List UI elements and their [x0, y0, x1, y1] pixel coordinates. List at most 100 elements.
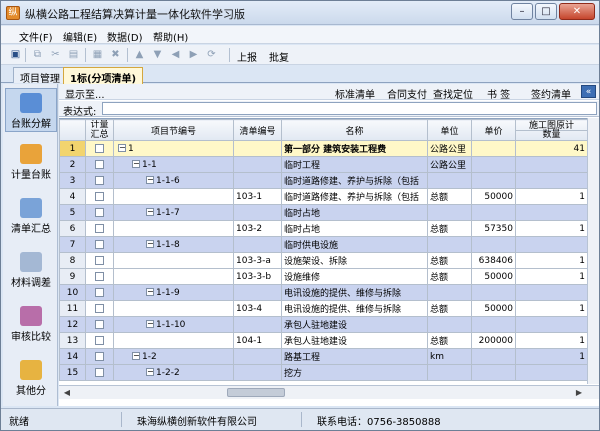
- table-row[interactable]: 3 −1-1-6 临时道路修建、养护与拆除（包括: [59, 172, 599, 189]
- indent-icon[interactable]: ◀: [169, 48, 182, 61]
- price-cell[interactable]: 50000: [471, 300, 516, 317]
- table-row[interactable]: 5 −1-1-7 临时占地: [59, 204, 599, 221]
- measure-checkbox[interactable]: [85, 348, 114, 365]
- checkbox[interactable]: [95, 271, 104, 281]
- measure-checkbox[interactable]: [85, 204, 114, 221]
- standard-list-button[interactable]: 标准清单: [335, 86, 375, 101]
- col-header-list-code[interactable]: 清单编号: [233, 119, 282, 141]
- name-cell[interactable]: 挖方: [281, 364, 428, 381]
- list-code-cell[interactable]: 103-2: [233, 220, 282, 237]
- menu-edit[interactable]: 编辑(E): [63, 29, 97, 44]
- name-cell[interactable]: 第一部分 建筑安装工程费: [281, 140, 428, 157]
- measure-checkbox[interactable]: [85, 220, 114, 237]
- contract-payment-button[interactable]: 合同支付: [387, 86, 427, 101]
- list-code-cell[interactable]: [233, 140, 282, 157]
- name-cell[interactable]: 临时供电设施: [281, 236, 428, 253]
- unit-cell[interactable]: [427, 204, 472, 221]
- list-code-cell[interactable]: 104-1: [233, 332, 282, 349]
- price-cell[interactable]: [471, 172, 516, 189]
- checkbox[interactable]: [95, 319, 104, 329]
- quantity-cell[interactable]: [515, 156, 588, 173]
- quantity-cell[interactable]: 1: [515, 268, 588, 285]
- quantity-cell[interactable]: 1: [515, 188, 588, 205]
- row-number[interactable]: 10: [59, 284, 86, 301]
- measure-checkbox[interactable]: [85, 268, 114, 285]
- measure-checkbox[interactable]: [85, 236, 114, 253]
- section-code-cell[interactable]: −1-2: [113, 348, 234, 365]
- list-code-cell[interactable]: 103-3-a: [233, 252, 282, 269]
- insert-icon[interactable]: ▦: [91, 48, 104, 61]
- name-cell[interactable]: 临时工程: [281, 156, 428, 173]
- nav-item-audit-compare[interactable]: 审核比较: [5, 302, 57, 346]
- unit-cell[interactable]: 公路公里: [427, 140, 472, 157]
- list-code-cell[interactable]: [233, 236, 282, 253]
- unit-cell[interactable]: [427, 364, 472, 381]
- checkbox[interactable]: [95, 303, 104, 313]
- table-row[interactable]: 2 −1-1 临时工程 公路公里: [59, 156, 599, 173]
- row-number[interactable]: 9: [59, 268, 86, 285]
- col-header-section-code[interactable]: 项目节编号: [113, 119, 234, 141]
- name-cell[interactable]: 临时道路修建、养护与拆除（包括: [281, 188, 428, 205]
- section-code-cell[interactable]: −1-1-8: [113, 236, 234, 253]
- outdent-icon[interactable]: ▶: [187, 48, 200, 61]
- quantity-cell[interactable]: [515, 204, 588, 221]
- collapse-icon[interactable]: −: [146, 176, 154, 184]
- collapse-icon[interactable]: −: [118, 144, 126, 152]
- name-cell[interactable]: 路基工程: [281, 348, 428, 365]
- quantity-cell[interactable]: [515, 172, 588, 189]
- collapse-icon[interactable]: −: [146, 208, 154, 216]
- measure-checkbox[interactable]: [85, 364, 114, 381]
- price-cell[interactable]: [471, 364, 516, 381]
- unit-cell[interactable]: [427, 172, 472, 189]
- approve-button[interactable]: 批复: [269, 49, 289, 64]
- row-number[interactable]: 2: [59, 156, 86, 173]
- checkbox[interactable]: [95, 335, 104, 345]
- save-icon[interactable]: ▣: [9, 48, 22, 61]
- nav-item-list-summary[interactable]: 清单汇总: [5, 194, 57, 238]
- unit-cell[interactable]: 总额: [427, 188, 472, 205]
- checkbox[interactable]: [95, 207, 104, 217]
- table-row[interactable]: 11 103-4 电讯设施的提供、维修与拆除 总额 50000 1: [59, 300, 599, 317]
- find-locate-button[interactable]: 查找定位: [433, 86, 473, 101]
- row-number[interactable]: 3: [59, 172, 86, 189]
- list-code-cell[interactable]: 103-3-b: [233, 268, 282, 285]
- checkbox[interactable]: [95, 255, 104, 265]
- name-cell[interactable]: 承包人驻地建设: [281, 316, 428, 333]
- section-code-cell[interactable]: −1-1-9: [113, 284, 234, 301]
- show-to-button[interactable]: 显示至...: [65, 86, 105, 101]
- measure-checkbox[interactable]: [85, 284, 114, 301]
- collapse-icon[interactable]: −: [132, 160, 140, 168]
- checkbox[interactable]: [95, 287, 104, 297]
- price-cell[interactable]: 638406: [471, 252, 516, 269]
- list-code-cell[interactable]: [233, 156, 282, 173]
- quantity-cell[interactable]: 1: [515, 332, 588, 349]
- row-number[interactable]: 14: [59, 348, 86, 365]
- price-cell[interactable]: 50000: [471, 268, 516, 285]
- list-code-cell[interactable]: [233, 316, 282, 333]
- scroll-thumb[interactable]: [227, 388, 285, 397]
- section-code-cell[interactable]: −1-1-10: [113, 316, 234, 333]
- close-icon[interactable]: ✕: [559, 3, 595, 20]
- table-row[interactable]: 4 103-1 临时道路修建、养护与拆除（包括 总额 50000 1: [59, 188, 599, 205]
- scroll-right-icon[interactable]: ▶: [573, 387, 585, 398]
- checkbox[interactable]: [95, 159, 104, 169]
- section-code-cell[interactable]: [113, 268, 234, 285]
- name-cell[interactable]: 电讯设施的提供、维修与拆除: [281, 284, 428, 301]
- quantity-cell[interactable]: 1: [515, 300, 588, 317]
- price-cell[interactable]: [471, 316, 516, 333]
- row-number[interactable]: 15: [59, 364, 86, 381]
- list-code-cell[interactable]: [233, 364, 282, 381]
- checkbox[interactable]: [95, 223, 104, 233]
- list-code-cell[interactable]: [233, 204, 282, 221]
- menu-data[interactable]: 数据(D): [107, 29, 143, 44]
- bookmark-button[interactable]: 书 签: [487, 86, 510, 101]
- col-header-drawing-qty[interactable]: 施工图原计 数量: [515, 119, 588, 141]
- row-number[interactable]: 6: [59, 220, 86, 237]
- table-row[interactable]: 12 −1-1-10 承包人驻地建设: [59, 316, 599, 333]
- menu-help[interactable]: 帮助(H): [153, 29, 188, 44]
- checkbox[interactable]: [95, 367, 104, 377]
- checkbox[interactable]: [95, 191, 104, 201]
- price-cell[interactable]: [471, 140, 516, 157]
- collapse-icon[interactable]: −: [146, 368, 154, 376]
- table-row[interactable]: 7 −1-1-8 临时供电设施: [59, 236, 599, 253]
